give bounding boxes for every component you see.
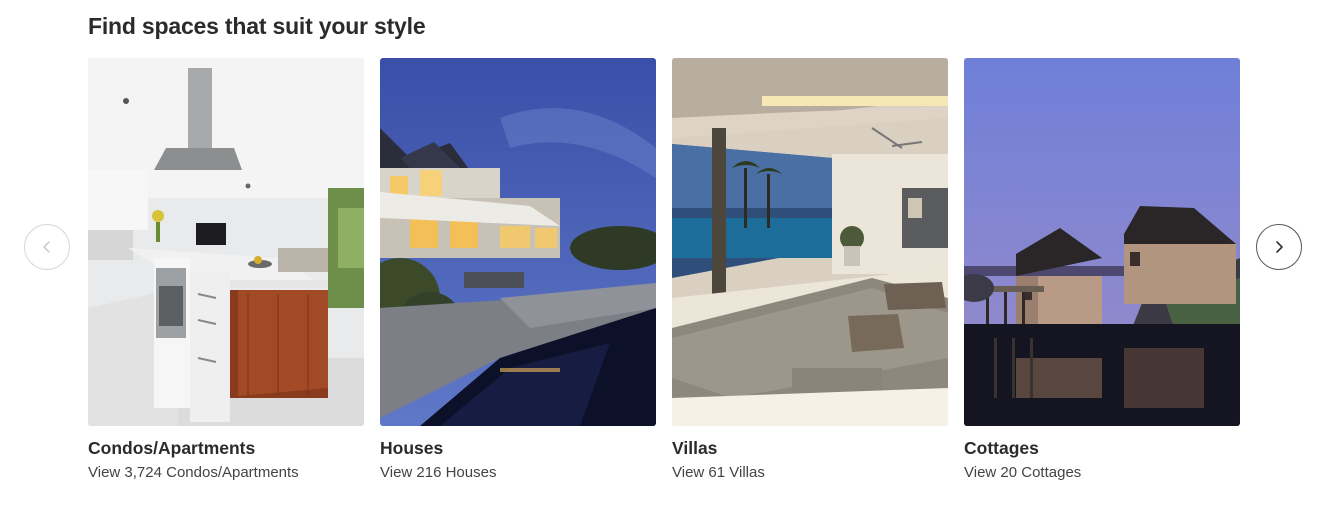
- card-subtitle[interactable]: View 216 Houses: [380, 463, 656, 483]
- waterfront-cottages-photo: [964, 58, 1240, 426]
- card-subtitle[interactable]: View 61 Villas: [672, 463, 948, 483]
- card-subtitle[interactable]: View 3,724 Condos/Apartments: [88, 463, 364, 483]
- chevron-right-icon: [1276, 241, 1283, 253]
- house-pool-dusk-photo: [380, 58, 656, 426]
- card-subtitle[interactable]: View 20 Cottages: [964, 463, 1240, 483]
- card-title: Cottages: [964, 438, 1039, 458]
- villa-living-room-photo: [672, 58, 948, 426]
- card-image-condos: [88, 58, 364, 426]
- chevron-left-icon: [43, 241, 50, 253]
- card-image-villas: [672, 58, 948, 426]
- section-title: Find spaces that suit your style: [88, 13, 426, 39]
- card-image-cottages: [964, 58, 1240, 426]
- card-title: Condos/Apartments: [88, 438, 256, 458]
- card-title: Houses: [380, 438, 444, 458]
- card-villas[interactable]: Villas View 61 Villas: [672, 58, 948, 483]
- card-image-houses: [380, 58, 656, 426]
- card-title: Villas: [672, 438, 718, 458]
- card-list: Condos/Apartments View 3,724 Condos/Apar…: [88, 58, 1240, 483]
- carousel-prev-button[interactable]: [24, 224, 70, 270]
- card-condos[interactable]: Condos/Apartments View 3,724 Condos/Apar…: [88, 58, 364, 483]
- card-houses[interactable]: Houses View 216 Houses: [380, 58, 656, 483]
- spaces-section: Find spaces that suit your style Condos/…: [0, 0, 1325, 515]
- card-cottages[interactable]: Cottages View 20 Cottages: [964, 58, 1240, 483]
- carousel-next-button[interactable]: [1256, 224, 1302, 270]
- modern-kitchen-photo: [88, 58, 364, 426]
